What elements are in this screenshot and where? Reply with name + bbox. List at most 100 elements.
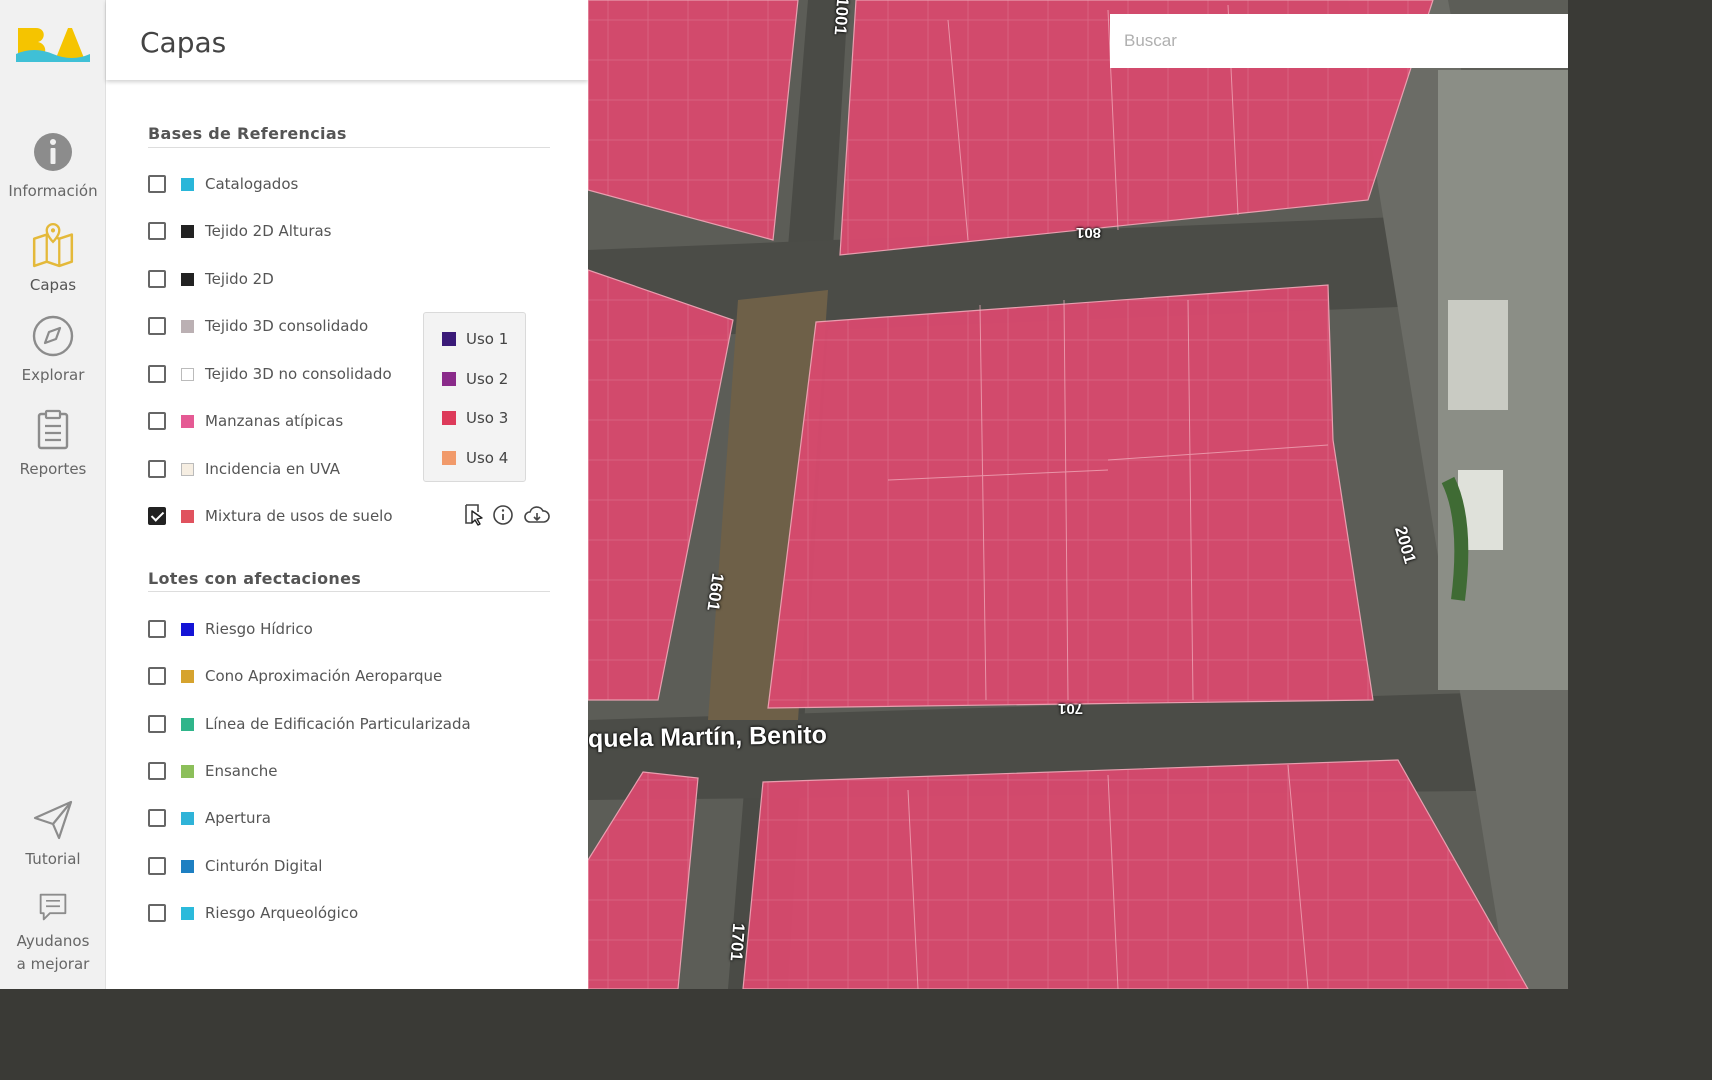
layer-checkbox[interactable] — [148, 222, 166, 240]
layer-color-swatch — [181, 462, 194, 476]
uso-legend-item: Uso 3 — [442, 409, 508, 427]
layer-row-mixtura-usos-suelo[interactable]: Mixtura de usos de suelo — [148, 504, 393, 528]
layer-row-manzanas-atipicas[interactable]: Manzanas atípicas — [148, 409, 343, 433]
search-input[interactable] — [1110, 14, 1568, 68]
layer-checkbox[interactable] — [148, 620, 166, 638]
layer-color-swatch — [181, 622, 194, 636]
layer-row-tejido-2d-alturas[interactable]: Tejido 2D Alturas — [148, 219, 332, 243]
layer-checkbox[interactable] — [148, 857, 166, 875]
layer-label: Apertura — [205, 809, 271, 827]
layer-color-swatch — [181, 319, 194, 333]
ba-logo[interactable] — [16, 24, 90, 66]
layer-checkbox[interactable] — [148, 175, 166, 193]
layer-row-tejido-2d[interactable]: Tejido 2D — [148, 267, 274, 291]
paper-plane-icon — [33, 800, 73, 840]
layer-color-swatch — [181, 272, 194, 286]
layer-checkbox[interactable] — [148, 667, 166, 685]
nav-ayudanos[interactable]: Ayudanos a mejorar — [0, 890, 106, 976]
layer-color-swatch — [181, 509, 194, 523]
layer-checkbox-checked[interactable] — [148, 507, 166, 525]
info-icon — [34, 133, 72, 171]
block-polygon[interactable] — [767, 284, 1374, 709]
uso-legend-item: Uso 1 — [442, 330, 508, 348]
map-view[interactable]: quela Martín, Benito 1001 1601 1701 2001… — [588, 0, 1568, 989]
layer-row-tejido-3d-no-consolidado[interactable]: Tejido 3D no consolidado — [148, 362, 392, 386]
clipboard-icon — [37, 409, 69, 450]
layer-row-catalogados[interactable]: Catalogados — [148, 172, 298, 196]
nav-reportes-label: Reportes — [19, 460, 87, 478]
uso-swatch — [442, 451, 456, 465]
street-label: 1001 — [830, 0, 853, 36]
layer-color-swatch — [181, 414, 194, 428]
uso-label: Uso 3 — [466, 409, 509, 427]
street-label: quela Martín, Benito — [588, 720, 828, 754]
layer-checkbox[interactable] — [148, 904, 166, 922]
layer-label: Línea de Edificación Particularizada — [205, 715, 471, 733]
layer-row-apertura[interactable]: Apertura — [148, 806, 271, 830]
layer-label: Tejido 3D consolidado — [205, 317, 369, 335]
layer-row-ensanche[interactable]: Ensanche — [148, 759, 277, 783]
layer-row-cono-aeroparque[interactable]: Cono Aproximación Aeroparque — [148, 664, 442, 688]
street-label: 701 — [1058, 700, 1084, 717]
layer-color-swatch — [181, 177, 194, 191]
compass-icon — [32, 315, 74, 357]
layers-panel: Capas Bases de Referencias Catalogados T… — [106, 0, 588, 989]
info-circle-icon[interactable] — [491, 503, 515, 527]
layer-checkbox[interactable] — [148, 317, 166, 335]
layer-color-swatch — [181, 811, 194, 825]
select-pointer-icon[interactable] — [462, 503, 486, 527]
nav-capas[interactable]: Capas — [0, 222, 106, 296]
aerial-map-canvas[interactable] — [588, 0, 1568, 989]
layer-row-riesgo-hidrico[interactable]: Riesgo Hídrico — [148, 617, 313, 641]
app-root: Información Capas Explorar Reportes Tuto… — [0, 0, 1568, 989]
nav-informacion[interactable]: Información — [0, 130, 106, 202]
layer-color-swatch — [181, 859, 194, 873]
layer-row-linea-edificacion[interactable]: Línea de Edificación Particularizada — [148, 712, 471, 736]
layer-label: Riesgo Arqueológico — [205, 904, 359, 922]
uso-label: Uso 1 — [466, 330, 509, 348]
street-label: 801 — [1076, 224, 1102, 241]
layer-label: Cinturón Digital — [205, 857, 323, 875]
layer-label: Mixtura de usos de suelo — [205, 507, 393, 525]
layer-label: Manzanas atípicas — [205, 412, 344, 430]
section-divider — [148, 591, 550, 592]
nav-capas-label: Capas — [29, 276, 77, 294]
panel-title: Capas — [140, 26, 227, 59]
layer-label: Cono Aproximación Aeroparque — [205, 667, 443, 685]
nav-reportes[interactable]: Reportes — [0, 408, 106, 480]
feedback-icon — [39, 893, 67, 921]
section-title-bases: Bases de Referencias — [148, 124, 347, 143]
nav-explorar[interactable]: Explorar — [0, 314, 106, 386]
layer-color-swatch — [181, 224, 194, 238]
block-polygon[interactable] — [742, 759, 1529, 989]
section-divider — [148, 147, 550, 148]
layer-row-tejido-3d-consolidado[interactable]: Tejido 3D consolidado — [148, 314, 368, 338]
layer-checkbox[interactable] — [148, 460, 166, 478]
nav-tutorial-label: Tutorial — [25, 850, 81, 868]
layer-checkbox[interactable] — [148, 762, 166, 780]
nav-informacion-label: Información — [8, 182, 98, 200]
nav-tutorial[interactable]: Tutorial — [0, 798, 106, 870]
layer-checkbox[interactable] — [148, 715, 166, 733]
nav-ayudanos-label: Ayudanos a mejorar — [16, 932, 90, 973]
cloud-download-icon[interactable] — [523, 503, 551, 527]
uso-label: Uso 2 — [466, 370, 509, 388]
uso-swatch — [442, 332, 456, 346]
layer-row-incidencia-uva[interactable]: Incidencia en UVA — [148, 457, 340, 481]
layer-checkbox[interactable] — [148, 412, 166, 430]
panel-header: Capas — [106, 0, 588, 80]
layer-row-riesgo-arqueologico[interactable]: Riesgo Arqueológico — [148, 901, 358, 925]
street-label: 1701 — [726, 922, 749, 962]
layer-color-swatch — [181, 906, 194, 920]
layer-row-cinturon-digital[interactable]: Cinturón Digital — [148, 854, 322, 878]
uso-legend-item: Uso 4 — [442, 449, 508, 467]
layer-checkbox[interactable] — [148, 809, 166, 827]
uso-legend-popup: Uso 1 Uso 2 Uso 3 Uso 4 — [423, 312, 526, 482]
layer-checkbox[interactable] — [148, 365, 166, 383]
uso-swatch — [442, 411, 456, 425]
uso-swatch — [442, 372, 456, 386]
layer-checkbox[interactable] — [148, 270, 166, 288]
layer-label: Tejido 2D Alturas — [205, 222, 332, 240]
layer-label: Tejido 3D no consolidado — [205, 365, 392, 383]
layer-color-swatch — [181, 669, 194, 683]
